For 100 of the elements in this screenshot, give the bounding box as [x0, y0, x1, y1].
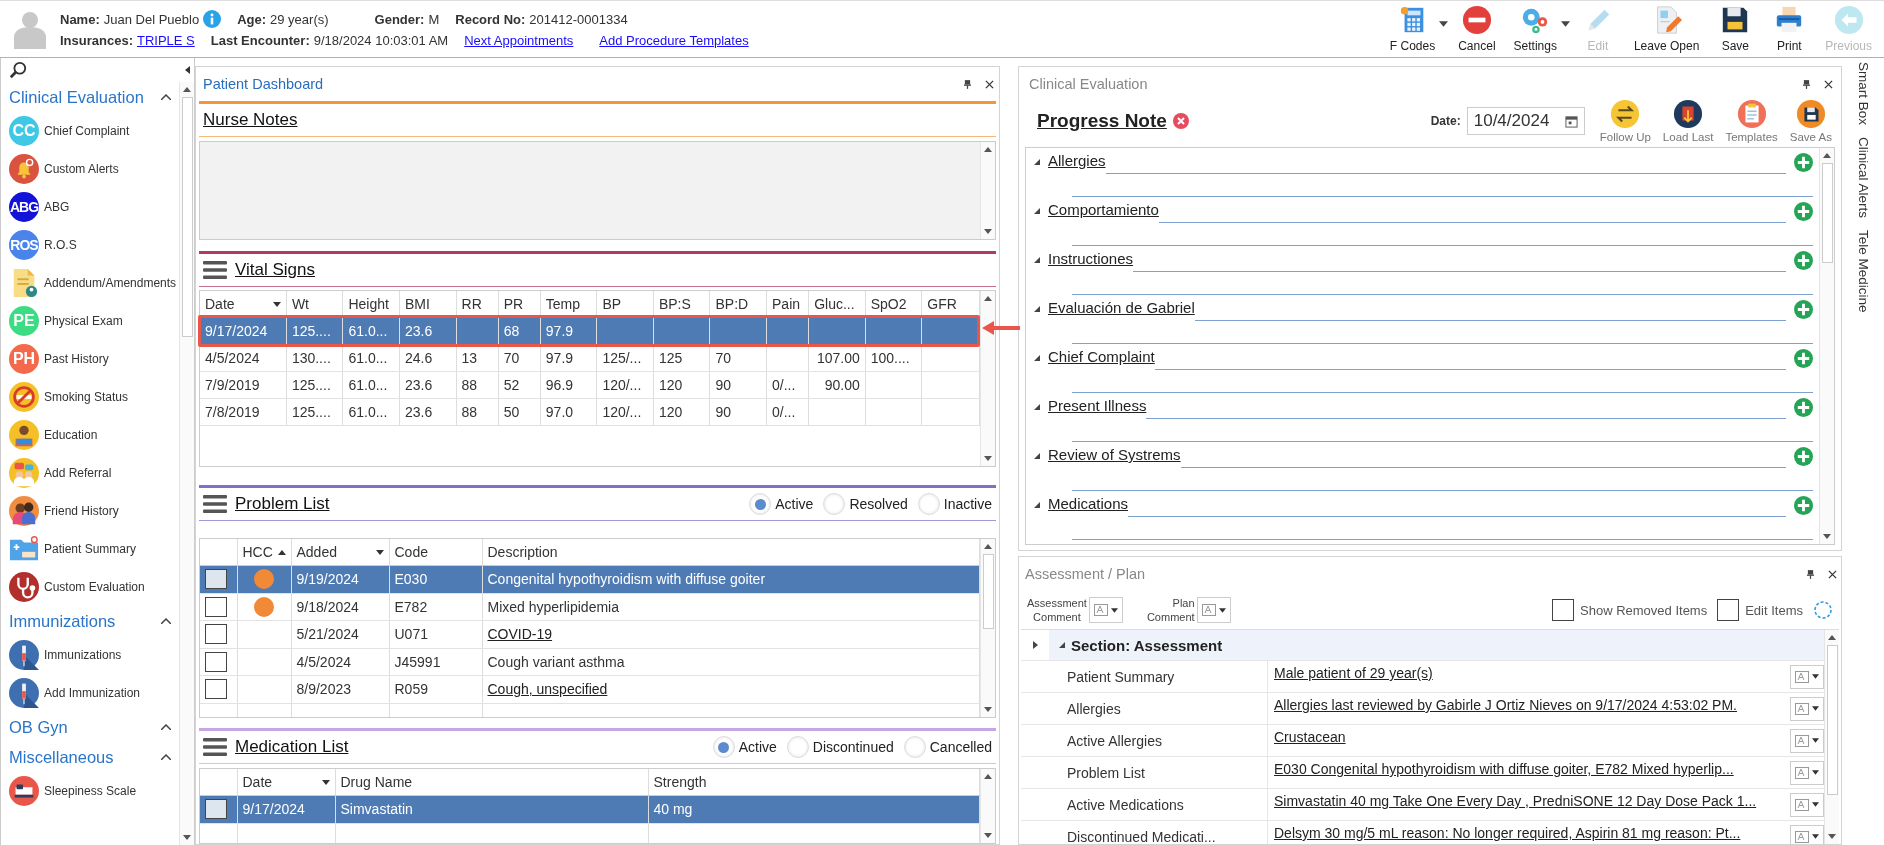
- table-row[interactable]: 4/5/2024 130.... 61.0... 24.6 13 70 97.9 125/... 125 70 107.00 100....: [200, 344, 980, 372]
- expand-icon[interactable]: [1034, 355, 1040, 361]
- radio-circle[interactable]: [749, 493, 772, 515]
- sidebar-item[interactable]: Friend History: [9, 492, 179, 530]
- table-row[interactable]: 4/5/2024 J45991 Cough variant asthma: [200, 648, 980, 676]
- radio-circle[interactable]: [903, 736, 926, 758]
- column-header[interactable]: Added: [291, 539, 389, 566]
- column-header[interactable]: PR: [498, 291, 541, 318]
- section-link[interactable]: Instructiones: [1048, 250, 1134, 267]
- notes-field[interactable]: [199, 141, 996, 240]
- action-button[interactable]: Follow Up: [1596, 99, 1654, 143]
- table-row[interactable]: 7/9/2019 125.... 61.0... 23.6 88 52 96.9 120/... 120 90 0/... 90.00: [200, 371, 980, 399]
- scrollbar[interactable]: [980, 769, 995, 843]
- toolbar-button[interactable]: Print: [1763, 3, 1816, 55]
- column-header[interactable]: Description: [482, 539, 980, 566]
- scrollbar[interactable]: [179, 82, 194, 845]
- scroll-down-icon[interactable]: [183, 835, 191, 840]
- side-tab[interactable]: Smart Box: [1855, 62, 1871, 126]
- side-tab[interactable]: Tele Medicine: [1855, 230, 1871, 313]
- section-title[interactable]: Vital Signs: [235, 260, 315, 280]
- caret-icon[interactable]: [1439, 21, 1449, 27]
- radio-option[interactable]: Active: [749, 493, 814, 515]
- group-header[interactable]: Clinical Evaluation: [9, 82, 179, 112]
- text-style-dropdown[interactable]: [1790, 760, 1824, 785]
- scroll-down-icon[interactable]: [984, 707, 992, 712]
- scroll-down-icon[interactable]: [1823, 534, 1831, 539]
- toolbar-button[interactable]: F Codes: [1381, 3, 1444, 55]
- menu-icon[interactable]: [203, 494, 227, 514]
- checkbox[interactable]: [1552, 599, 1575, 621]
- sidebar-item[interactable]: Sleepiness Scale: [9, 772, 179, 810]
- sidebar-item[interactable]: PE Physical Exam: [9, 302, 179, 340]
- scrollbar[interactable]: [980, 291, 995, 466]
- sidebar-item[interactable]: Smoking Status: [9, 378, 179, 416]
- group-header[interactable]: OB Gyn: [9, 712, 179, 742]
- side-tab[interactable]: Clinical Alerts: [1855, 137, 1871, 219]
- insurance-link[interactable]: TRIPLE S: [137, 33, 195, 48]
- description-link[interactable]: Cough, unspecified: [487, 681, 608, 698]
- date-field[interactable]: 10/4/2024: [1466, 107, 1585, 135]
- section-title[interactable]: Problem List: [235, 494, 330, 514]
- column-header[interactable]: BP: [596, 291, 654, 318]
- scrollbar[interactable]: [980, 142, 995, 239]
- section-title[interactable]: Nurse Notes: [203, 110, 298, 130]
- section-link[interactable]: Review of Systrems: [1048, 446, 1181, 463]
- toolbar-button[interactable]: Settings: [1505, 3, 1565, 55]
- radio-circle[interactable]: [712, 736, 735, 758]
- sidebar-item[interactable]: Immunizations: [9, 636, 179, 674]
- scroll-up-icon[interactable]: [984, 544, 992, 549]
- column-header[interactable]: BP:S: [653, 291, 710, 318]
- sidebar-item[interactable]: Add Immunization: [9, 674, 179, 712]
- section-link[interactable]: Chief Complaint: [1048, 348, 1155, 365]
- scroll-down-icon[interactable]: [984, 229, 992, 234]
- expand-icon[interactable]: [1034, 453, 1040, 459]
- column-header[interactable]: HCC: [237, 539, 291, 566]
- add-icon[interactable]: [1794, 201, 1813, 221]
- checkbox[interactable]: [1717, 599, 1740, 621]
- close-icon[interactable]: [985, 79, 994, 89]
- text-style-dropdown[interactable]: [1790, 664, 1824, 689]
- radio-circle[interactable]: [823, 493, 846, 515]
- section-header[interactable]: Section: Assessment: [1049, 636, 1223, 654]
- scrollbar[interactable]: [1824, 630, 1839, 844]
- column-header[interactable]: GFR: [921, 291, 980, 318]
- scrollbar[interactable]: [980, 539, 995, 717]
- caret-icon[interactable]: [161, 724, 171, 730]
- scroll-thumb[interactable]: [1821, 163, 1833, 263]
- text-style-dropdown[interactable]: [1790, 696, 1824, 721]
- summary-link[interactable]: E030 Congenital hypothyroidism with diffuse goiter, E782 Mixed hyperlip...: [1274, 761, 1734, 777]
- action-button[interactable]: Load Last: [1659, 99, 1717, 143]
- menu-icon[interactable]: [203, 737, 227, 757]
- scroll-thumb[interactable]: [982, 554, 994, 629]
- add-icon[interactable]: [1794, 152, 1813, 172]
- table-row[interactable]: 5/21/2024 U071 COVID-19: [200, 620, 980, 648]
- column-header[interactable]: Temp: [540, 291, 597, 318]
- radio-option[interactable]: Cancelled: [903, 736, 992, 758]
- scroll-up-icon[interactable]: [1828, 635, 1836, 640]
- checkbox-option[interactable]: Edit Items: [1717, 599, 1803, 621]
- caret-icon[interactable]: [161, 754, 171, 760]
- column-header[interactable]: Strength: [648, 769, 980, 796]
- scroll-down-icon[interactable]: [984, 833, 992, 838]
- scroll-up-icon[interactable]: [183, 87, 191, 92]
- search-icon[interactable]: [9, 61, 27, 79]
- section-link[interactable]: Medications: [1048, 495, 1129, 512]
- row-checkbox[interactable]: [205, 569, 227, 590]
- scroll-thumb[interactable]: [1826, 645, 1838, 795]
- expand-icon[interactable]: [1034, 257, 1040, 263]
- sidebar-item[interactable]: Custom Evaluation: [9, 568, 179, 606]
- summary-link[interactable]: Simvastatin 40 mg Take One Every Day , PredniSONE 12 Day Dose Pack 1...: [1274, 793, 1757, 809]
- column-header[interactable]: Date: [200, 291, 287, 318]
- text-style-dropdown[interactable]: [1790, 728, 1824, 753]
- radio-circle[interactable]: [786, 736, 809, 758]
- pin-icon[interactable]: [1803, 79, 1810, 89]
- scrollbar[interactable]: [1819, 148, 1834, 544]
- close-icon[interactable]: [1828, 569, 1837, 579]
- column-header[interactable]: BMI: [399, 291, 456, 318]
- column-header[interactable]: BP:D: [709, 291, 767, 318]
- sidebar-item[interactable]: ROS R.O.S: [9, 226, 179, 264]
- add-icon[interactable]: [1794, 397, 1813, 417]
- radio-circle[interactable]: [917, 493, 940, 515]
- toolbar-button[interactable]: Save: [1709, 3, 1762, 55]
- toolbar-button[interactable]: Cancel: [1450, 3, 1504, 55]
- add-icon[interactable]: [1794, 348, 1813, 368]
